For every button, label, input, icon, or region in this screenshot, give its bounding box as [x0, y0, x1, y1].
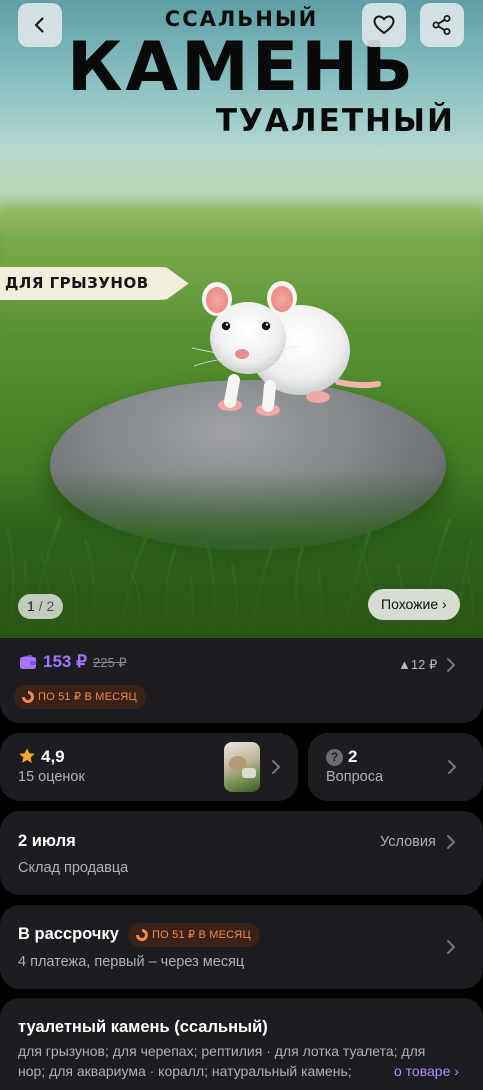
price-change: ▲12 ₽ [398, 657, 438, 672]
chevron-right-icon [448, 760, 456, 774]
category-ribbon: ДЛЯ ГРЫЗУНОВ [0, 267, 189, 300]
questions-label: Вопроса [326, 769, 384, 785]
questions-count: 2 [348, 747, 358, 766]
question-icon: ? [326, 749, 343, 766]
installment-details: 4 платежа, первый – через месяц [18, 954, 245, 970]
old-price: 225 ₽ [93, 655, 127, 670]
rating-value: 4,9 [41, 747, 65, 766]
star-icon [19, 748, 35, 763]
description-line-1: для грызунов; для черепах; рептилия · дл… [18, 1043, 426, 1059]
description-title: туалетный камень (ссальный) [18, 1018, 268, 1036]
installment-badge-label: ПО 51 ₽ В МЕСЯЦ [38, 691, 137, 703]
chevron-right-icon [272, 760, 280, 774]
share-icon [432, 15, 451, 35]
installment-card[interactable]: В рассрочку ПО 51 ₽ В МЕСЯЦ 4 платежа, п… [0, 905, 483, 989]
delivery-source: Склад продавца [18, 860, 129, 876]
heart-icon [373, 15, 395, 34]
rating-card[interactable]: 4,9 15 оценок [0, 733, 298, 801]
delivery-card[interactable]: 2 июля Склад продавца Условия [0, 811, 483, 895]
product-image-gallery[interactable]: ССАЛЬНЫЙ КАМЕНЬ ТУАЛЕТНЫЙ ДЛЯ ГРЫЗУНОВ 1… [0, 0, 483, 638]
image-pager: 1 / 2 [18, 594, 64, 619]
back-button[interactable] [18, 3, 62, 47]
questions-card[interactable]: ? 2 Вопроса [308, 733, 483, 801]
share-button[interactable] [420, 3, 464, 47]
pie-icon [22, 691, 34, 703]
banner-title-main: КАМЕНЬ [66, 28, 417, 107]
about-product-link[interactable]: о товаре › [394, 1063, 459, 1079]
price-card[interactable]: 153 ₽ 225 ₽ ▲12 ₽ ПО 51 ₽ В МЕСЯЦ [0, 638, 483, 723]
chevron-right-icon [447, 835, 455, 849]
description-card[interactable]: туалетный камень (ссальный) для грызунов… [0, 998, 483, 1090]
installment-badge-label: ПО 51 ₽ В МЕСЯЦ [152, 929, 251, 941]
pager-current: 1 [27, 598, 35, 614]
pager-total: / 2 [38, 598, 55, 614]
description-line-2: нор; для аквариума · коралл; натуральный… [18, 1063, 352, 1079]
wallet-icon [20, 654, 36, 669]
chevron-right-icon [447, 658, 455, 672]
pie-icon [136, 929, 148, 941]
installment-badge: ПО 51 ₽ В МЕСЯЦ [128, 923, 260, 947]
delivery-terms-link[interactable]: Условия [380, 834, 436, 850]
rating-count: 15 оценок [18, 769, 85, 785]
current-price: 153 ₽ [43, 652, 87, 671]
chevron-left-icon [34, 17, 44, 33]
similar-items-button[interactable]: Похожие › [368, 589, 460, 620]
installment-title: В рассрочку [18, 925, 119, 943]
delivery-date: 2 июля [18, 832, 76, 850]
chevron-right-icon [447, 940, 455, 954]
installment-badge[interactable]: ПО 51 ₽ В МЕСЯЦ [14, 685, 146, 709]
banner-title-bottom: ТУАЛЕТНЫЙ [215, 103, 455, 139]
favorite-button[interactable] [362, 3, 406, 47]
review-photo-thumbnail[interactable] [224, 742, 260, 792]
